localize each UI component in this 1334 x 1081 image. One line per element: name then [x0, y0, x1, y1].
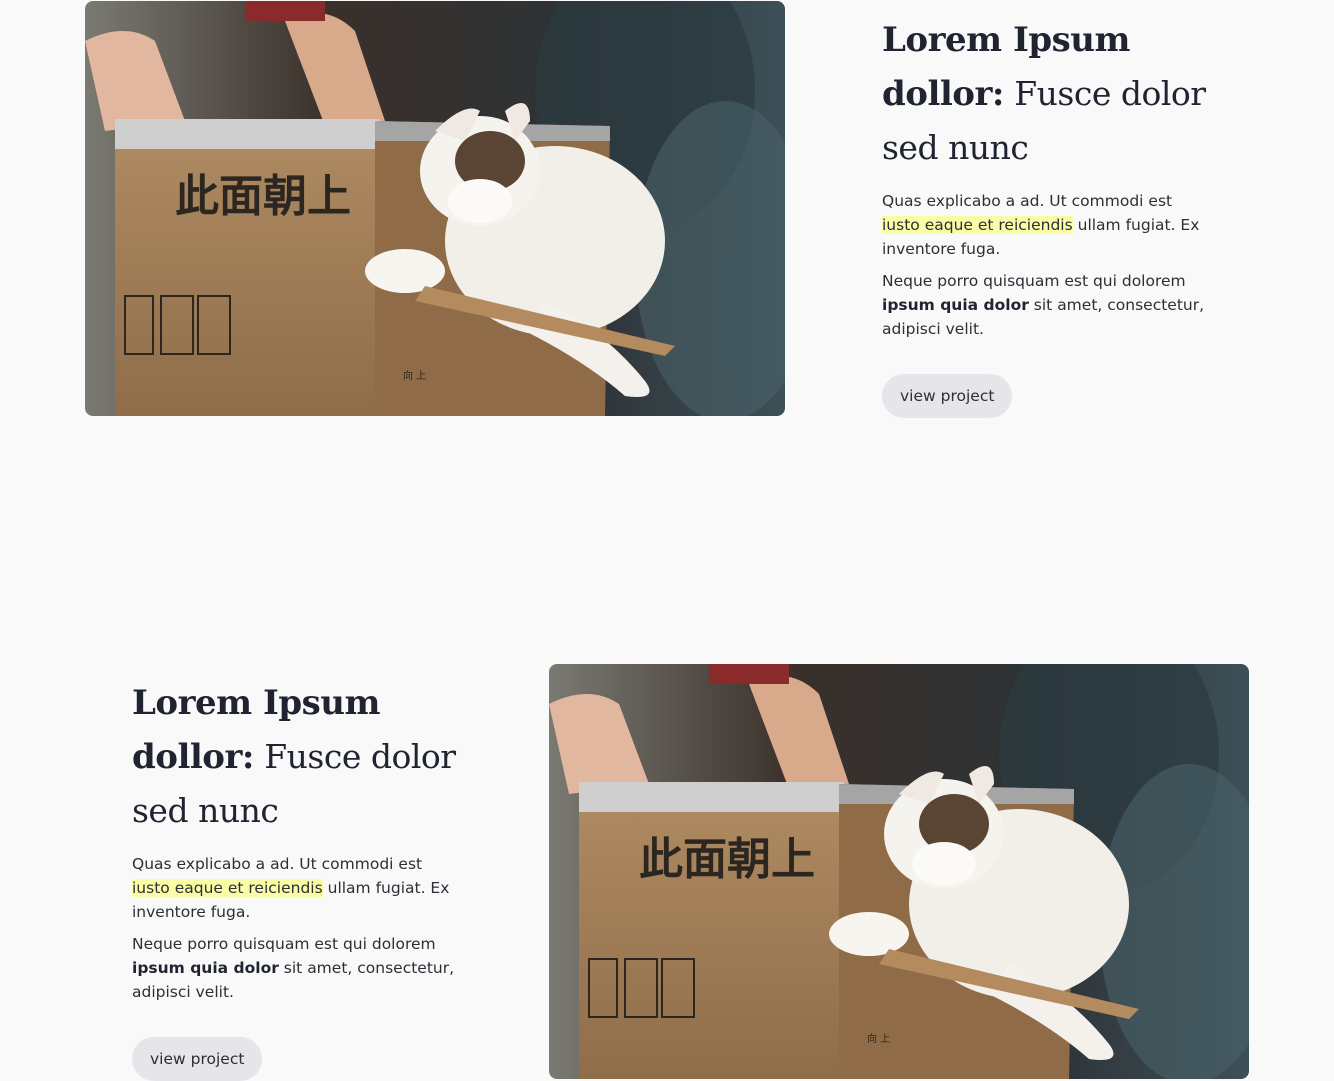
box-small-label: 向 上 [403, 369, 426, 382]
cat-photo-illustration: 此面朝上 向 上 [549, 664, 1249, 1079]
view-project-button[interactable]: view project [132, 1037, 263, 1081]
box-print-text: 此面朝上 [639, 834, 815, 885]
box-print-text: 此面朝上 [175, 171, 351, 222]
project-paragraph-2: Neque porro quisquam est qui dolorem ips… [132, 932, 462, 1004]
project-image: 此面朝上 向 上 [549, 664, 1249, 1079]
highlighted-text: iusto eaque et reiciendis [132, 879, 323, 897]
paragraph-text: Quas explicabo a ad. Ut commodi est [882, 192, 1173, 210]
project-card-1: 此面朝上 向 上 Lorem Ipsum dollor: Fusce dolor… [0, 0, 1334, 420]
box-small-label: 向 上 [867, 1032, 890, 1045]
project-text: Lorem Ipsum dollor: Fusce dolor sed nunc… [882, 13, 1212, 418]
highlighted-text: iusto eaque et reiciendis [882, 216, 1073, 234]
project-paragraph-1: Quas explicabo a ad. Ut commodi est iust… [882, 189, 1212, 261]
cat-photo-illustration: 此面朝上 向 上 [85, 1, 785, 416]
project-card-2: Lorem Ipsum dollor: Fusce dolor sed nunc… [0, 660, 1334, 1081]
paragraph-text: Neque porro quisquam est qui dolorem [132, 935, 436, 953]
paragraph-text: Quas explicabo a ad. Ut commodi est [132, 855, 423, 873]
project-image: 此面朝上 向 上 [85, 1, 785, 416]
project-heading: Lorem Ipsum dollor: Fusce dolor sed nunc [132, 676, 462, 838]
paragraph-text: Neque porro quisquam est qui dolorem [882, 272, 1186, 290]
bold-text: ipsum quia dolor [882, 296, 1029, 314]
project-heading: Lorem Ipsum dollor: Fusce dolor sed nunc [882, 13, 1212, 175]
project-paragraph-2: Neque porro quisquam est qui dolorem ips… [882, 269, 1212, 341]
view-project-button[interactable]: view project [882, 374, 1013, 418]
project-paragraph-1: Quas explicabo a ad. Ut commodi est iust… [132, 852, 462, 924]
bold-text: ipsum quia dolor [132, 959, 279, 977]
project-text: Lorem Ipsum dollor: Fusce dolor sed nunc… [132, 676, 462, 1081]
